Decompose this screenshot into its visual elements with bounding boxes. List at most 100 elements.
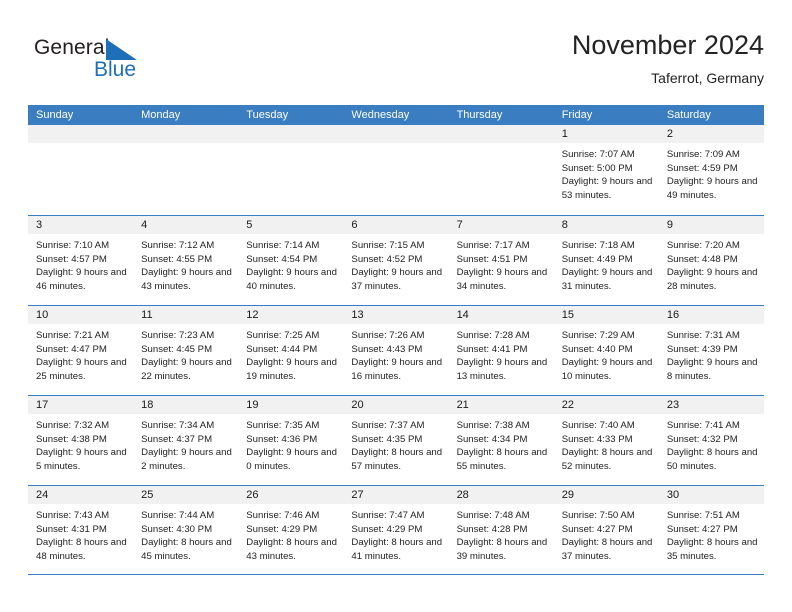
weekday-header-thursday: Thursday <box>456 109 503 121</box>
daylight-text: Daylight: 9 hours and 10 minutes. <box>561 357 653 382</box>
calendar-day-cell[interactable]: 4 Sunrise: 7:12 AM Sunset: 4:55 PM Daylight… <box>133 216 239 305</box>
day-number: 16 <box>658 306 764 324</box>
calendar-day-cell[interactable]: 11 Sunrise: 7:23 AM Sunset: 4:45 PM Dayligh… <box>133 306 239 395</box>
daylight-text: Daylight: 8 hours and 39 minutes. <box>456 537 548 562</box>
daylight-text: Daylight: 9 hours and 22 minutes. <box>141 357 232 382</box>
day-number: 3 <box>28 216 134 234</box>
calendar-day-cell[interactable]: 21 Sunrise: 7:38 AM Sunset: 4:34 PM Dayligh… <box>448 396 554 485</box>
day-details: Sunrise: 7:44 AM Sunset: 4:30 PM Daylight:… <box>133 504 238 563</box>
calendar-day-cell[interactable]: 10 Sunrise: 7:21 AM Sunset: 4:47 PM Dayligh… <box>28 306 134 395</box>
day-details: Sunrise: 7:26 AM Sunset: 4:43 PM Daylight:… <box>343 324 448 383</box>
calendar-day-cell[interactable]: 19 Sunrise: 7:35 AM Sunset: 4:36 PM Dayligh… <box>238 396 344 485</box>
calendar-day-cell[interactable]: 8 Sunrise: 7:18 AM Sunset: 4:49 PM Daylight… <box>553 216 659 305</box>
sunrise-text: Sunrise: 7:18 AM <box>561 240 635 251</box>
calendar-day-cell[interactable]: 24 Sunrise: 7:43 AM Sunset: 4:31 PM Dayligh… <box>28 486 134 574</box>
daylight-text: Daylight: 9 hours and 2 minutes. <box>141 447 232 472</box>
day-number <box>133 125 239 143</box>
daylight-text: Daylight: 9 hours and 37 minutes. <box>351 267 443 292</box>
general-blue-logo[interactable]: General Blue <box>34 36 214 92</box>
day-details: Sunrise: 7:32 AM Sunset: 4:38 PM Daylight:… <box>28 414 133 473</box>
calendar-day-cell[interactable]: 26 Sunrise: 7:46 AM Sunset: 4:29 PM Dayligh… <box>238 486 344 574</box>
day-details: Sunrise: 7:41 AM Sunset: 4:32 PM Daylight:… <box>659 414 764 473</box>
calendar-day-cell[interactable]: 9 Sunrise: 7:20 AM Sunset: 4:48 PM Daylight… <box>658 216 764 305</box>
day-number: 27 <box>343 486 449 504</box>
sunset-text: Sunset: 4:57 PM <box>36 253 107 265</box>
sunset-text: Sunset: 4:55 PM <box>141 253 213 265</box>
sunrise-text: Sunrise: 7:09 AM <box>666 149 740 160</box>
calendar-day-cell[interactable]: 29 Sunrise: 7:50 AM Sunset: 4:27 PM Dayligh… <box>553 486 659 574</box>
calendar-day-cell[interactable]: 13 Sunrise: 7:26 AM Sunset: 4:43 PM Dayligh… <box>343 306 449 395</box>
sunrise-text: Sunrise: 7:23 AM <box>141 330 215 341</box>
calendar-day-cell[interactable]: 2 Sunrise: 7:09 AM Sunset: 4:59 PM Daylight… <box>658 125 764 215</box>
sunrise-text: Sunrise: 7:10 AM <box>36 240 110 251</box>
calendar-day-cell[interactable]: 25 Sunrise: 7:44 AM Sunset: 4:30 PM Dayligh… <box>133 486 239 574</box>
daylight-text: Daylight: 9 hours and 25 minutes. <box>36 357 127 382</box>
day-number <box>448 125 554 143</box>
calendar-day-cell[interactable]: 23 Sunrise: 7:41 AM Sunset: 4:32 PM Dayligh… <box>658 396 764 485</box>
day-details: Sunrise: 7:10 AM Sunset: 4:57 PM Daylight:… <box>28 234 133 293</box>
day-number: 5 <box>238 216 344 234</box>
sunset-text: Sunset: 4:54 PM <box>246 253 318 265</box>
daylight-text: Daylight: 8 hours and 45 minutes. <box>141 537 232 562</box>
calendar-day-cell[interactable]: 15 Sunrise: 7:29 AM Sunset: 4:40 PM Dayligh… <box>553 306 659 395</box>
sunset-text: Sunset: 4:35 PM <box>351 433 423 445</box>
sunrise-text: Sunrise: 7:31 AM <box>666 330 740 341</box>
calendar-day-cell[interactable]: 3 Sunrise: 7:10 AM Sunset: 4:57 PM Daylight… <box>28 216 134 305</box>
sunrise-text: Sunrise: 7:51 AM <box>666 510 740 521</box>
calendar-day-cell[interactable]: 30 Sunrise: 7:51 AM Sunset: 4:27 PM Dayligh… <box>658 486 764 574</box>
daylight-text: Daylight: 8 hours and 57 minutes. <box>351 447 443 472</box>
calendar-day-cell[interactable]: 5 Sunrise: 7:14 AM Sunset: 4:54 PM Daylight… <box>238 216 344 305</box>
sunrise-text: Sunrise: 7:15 AM <box>351 240 425 251</box>
day-number: 26 <box>238 486 344 504</box>
daylight-text: Daylight: 8 hours and 52 minutes. <box>561 447 653 472</box>
sunset-text: Sunset: 4:27 PM <box>666 523 738 535</box>
daylight-text: Daylight: 9 hours and 53 minutes. <box>561 176 653 201</box>
calendar-day-cell[interactable]: 17 Sunrise: 7:32 AM Sunset: 4:38 PM Dayligh… <box>28 396 134 485</box>
calendar-day-cell[interactable]: 12 Sunrise: 7:25 AM Sunset: 4:44 PM Dayligh… <box>238 306 344 395</box>
sunset-text: Sunset: 4:40 PM <box>561 343 633 355</box>
daylight-text: Daylight: 9 hours and 0 minutes. <box>246 447 337 472</box>
daylight-text: Daylight: 8 hours and 43 minutes. <box>246 537 337 562</box>
day-number <box>28 125 134 143</box>
calendar-day-cell[interactable]: 1 Sunrise: 7:07 AM Sunset: 5:00 PM Daylight… <box>553 125 659 215</box>
calendar-day-cell[interactable]: 14 Sunrise: 7:28 AM Sunset: 4:41 PM Dayligh… <box>448 306 554 395</box>
calendar-day-cell[interactable]: 28 Sunrise: 7:48 AM Sunset: 4:28 PM Dayligh… <box>448 486 554 574</box>
sunrise-text: Sunrise: 7:38 AM <box>456 420 530 431</box>
page-title: November 2024 <box>571 30 764 60</box>
sunset-text: Sunset: 4:27 PM <box>561 523 633 535</box>
calendar-day-cell[interactable]: 27 Sunrise: 7:47 AM Sunset: 4:29 PM Dayligh… <box>343 486 449 574</box>
day-details: Sunrise: 7:12 AM Sunset: 4:55 PM Daylight:… <box>133 234 238 293</box>
daylight-text: Daylight: 9 hours and 43 minutes. <box>141 267 232 292</box>
calendar-day-cell[interactable]: 6 Sunrise: 7:15 AM Sunset: 4:52 PM Daylight… <box>343 216 449 305</box>
sunrise-text: Sunrise: 7:44 AM <box>141 510 215 521</box>
day-number: 30 <box>658 486 764 504</box>
logo-text-blue: Blue <box>94 58 137 81</box>
calendar-day-cell[interactable]: 18 Sunrise: 7:34 AM Sunset: 4:37 PM Dayligh… <box>133 396 239 485</box>
day-details: Sunrise: 7:50 AM Sunset: 4:27 PM Daylight:… <box>554 504 659 563</box>
day-details: Sunrise: 7:46 AM Sunset: 4:29 PM Daylight:… <box>238 504 343 563</box>
daylight-text: Daylight: 8 hours and 37 minutes. <box>561 537 653 562</box>
day-details: Sunrise: 7:31 AM Sunset: 4:39 PM Daylight:… <box>659 324 764 383</box>
calendar-day-cell[interactable]: 16 Sunrise: 7:31 AM Sunset: 4:39 PM Dayligh… <box>658 306 764 395</box>
daylight-text: Daylight: 8 hours and 50 minutes. <box>666 447 758 472</box>
sunrise-text: Sunrise: 7:37 AM <box>351 420 425 431</box>
calendar-week-row: 1 Sunrise: 7:07 AM Sunset: 5:00 PM Daylight… <box>28 125 764 215</box>
weekday-header-sunday: Sunday <box>36 109 74 121</box>
day-number <box>238 125 344 143</box>
day-number: 9 <box>658 216 764 234</box>
sunrise-text: Sunrise: 7:43 AM <box>36 510 110 521</box>
calendar-day-cell[interactable]: 20 Sunrise: 7:37 AM Sunset: 4:35 PM Dayligh… <box>343 396 449 485</box>
sunset-text: Sunset: 4:34 PM <box>456 433 528 445</box>
sunrise-text: Sunrise: 7:41 AM <box>666 420 740 431</box>
weekday-header-wednesday: Wednesday <box>351 109 410 121</box>
sunrise-text: Sunrise: 7:34 AM <box>141 420 215 431</box>
sunrise-text: Sunrise: 7:32 AM <box>36 420 110 431</box>
day-details: Sunrise: 7:28 AM Sunset: 4:41 PM Daylight:… <box>449 324 554 383</box>
daylight-text: Daylight: 9 hours and 16 minutes. <box>351 357 443 382</box>
calendar-day-cell[interactable]: 22 Sunrise: 7:40 AM Sunset: 4:33 PM Dayligh… <box>553 396 659 485</box>
sunrise-text: Sunrise: 7:29 AM <box>561 330 635 341</box>
page-header: General Blue November 2024 Taferrot, Ger… <box>28 28 764 102</box>
calendar-day-cell[interactable]: 7 Sunrise: 7:17 AM Sunset: 4:51 PM Daylight… <box>448 216 554 305</box>
day-details: Sunrise: 7:14 AM Sunset: 4:54 PM Daylight:… <box>238 234 343 293</box>
calendar-week-row: 17 Sunrise: 7:32 AM Sunset: 4:38 PM Dayligh… <box>28 395 764 485</box>
